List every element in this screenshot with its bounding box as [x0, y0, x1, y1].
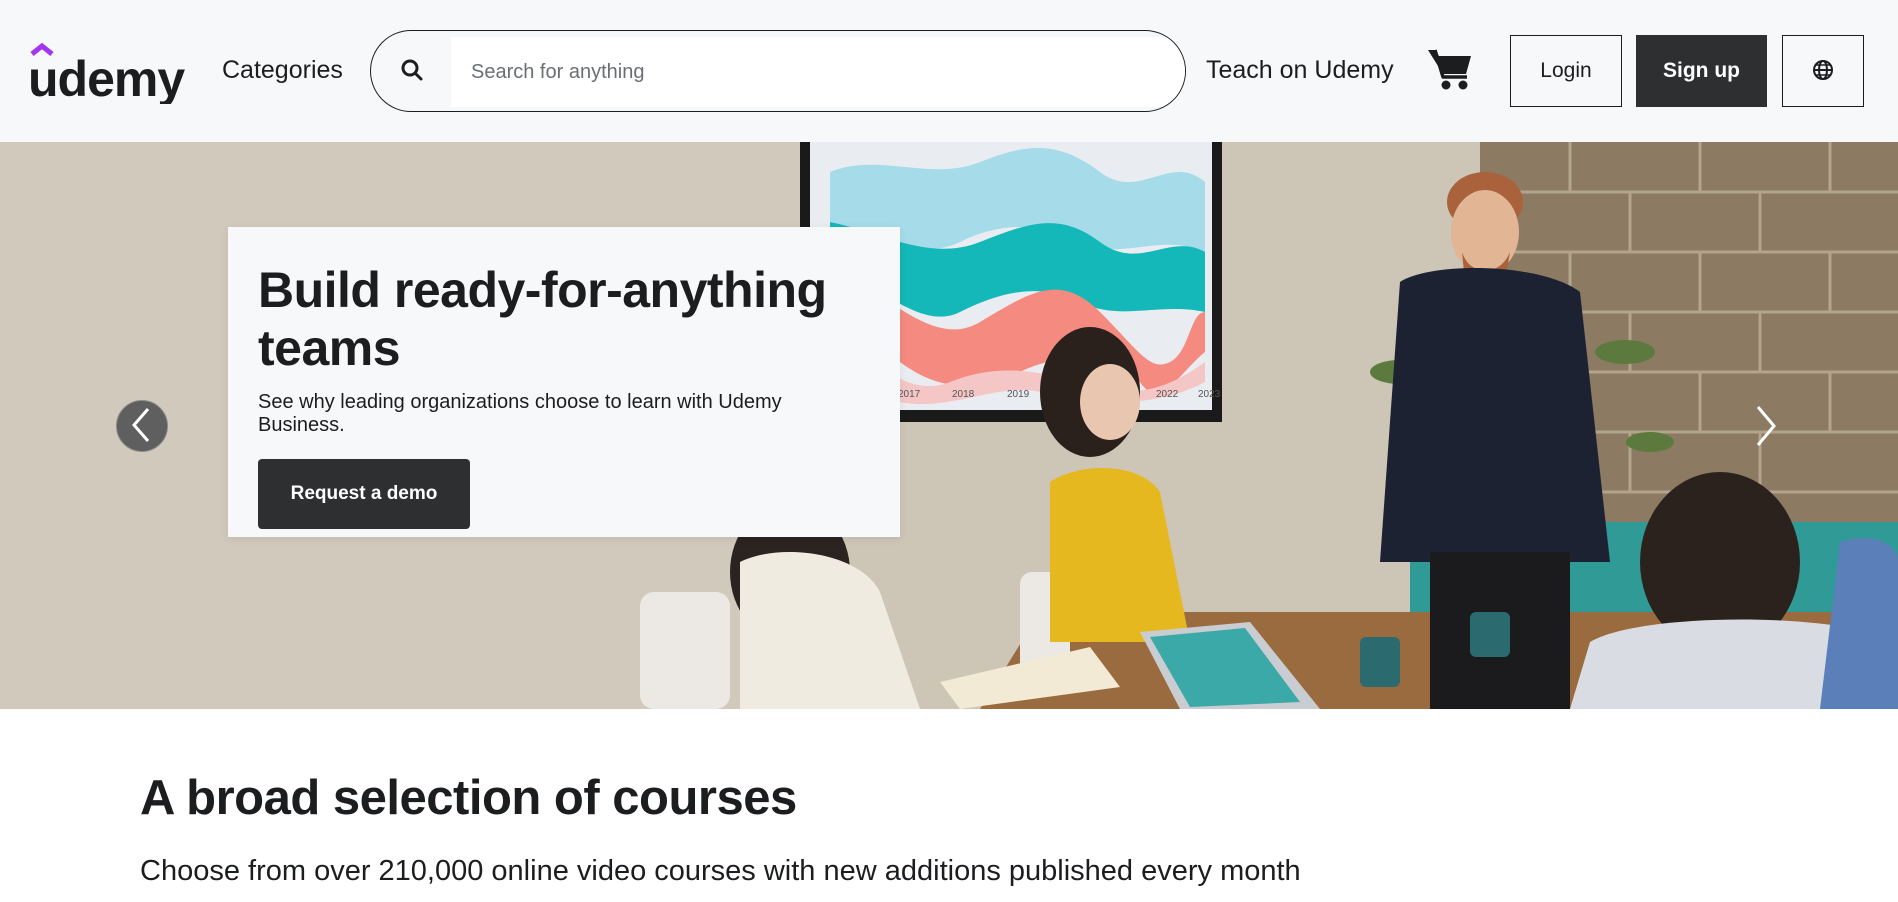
- chevron-left-icon: [130, 407, 154, 446]
- search-icon[interactable]: [397, 55, 429, 87]
- request-demo-button[interactable]: Request a demo: [258, 459, 470, 529]
- hero-promo-card: Build ready-for-anything teams See why l…: [228, 227, 900, 537]
- hero-carousel: 2017 2018 2019 2021 2022 2023: [0, 142, 1898, 709]
- courses-section-title: A broad selection of courses: [140, 771, 797, 825]
- globe-icon: [1812, 59, 1834, 84]
- login-button[interactable]: Login: [1510, 35, 1622, 107]
- search-input[interactable]: [451, 37, 1185, 107]
- hero-title: Build ready-for-anything teams: [258, 262, 827, 376]
- carousel-previous-button[interactable]: [116, 400, 168, 452]
- carousel-next-button[interactable]: [1736, 397, 1796, 457]
- tv-chart-year-2017: 2017: [898, 389, 921, 400]
- courses-section-subtitle: Choose from over 210,000 online video co…: [140, 855, 1301, 887]
- logo-wordmark: udemy: [28, 51, 185, 104]
- top-navigation-bar: udemy Categories Teach on Udemy Login Si…: [0, 0, 1898, 142]
- tv-chart-year-2018: 2018: [952, 389, 975, 400]
- cart-icon[interactable]: [1426, 46, 1474, 92]
- language-button[interactable]: [1782, 35, 1864, 107]
- tv-chart-year-2022: 2022: [1156, 389, 1179, 400]
- chevron-right-icon: [1754, 405, 1778, 450]
- tv-chart-year-2019: 2019: [1007, 389, 1030, 400]
- tv-chart-year-2023: 2023: [1198, 389, 1221, 400]
- teach-on-udemy-link[interactable]: Teach on Udemy: [1206, 56, 1394, 85]
- signup-button[interactable]: Sign up: [1636, 35, 1767, 107]
- udemy-logo[interactable]: udemy: [28, 38, 194, 107]
- categories-menu[interactable]: Categories: [222, 56, 343, 85]
- hero-subtitle: See why leading organizations choose to …: [258, 391, 782, 436]
- search-bar: [370, 30, 1186, 112]
